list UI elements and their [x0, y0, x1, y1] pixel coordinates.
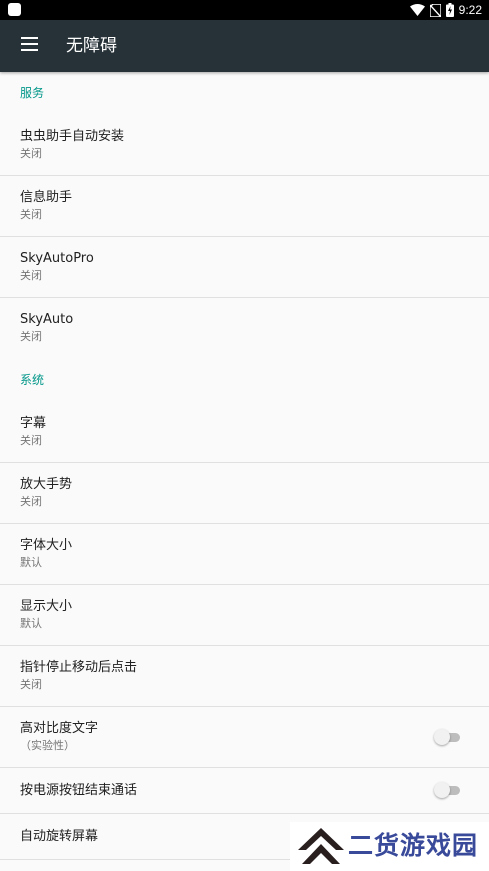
clock: 9:22 [458, 3, 482, 17]
settings-item-power-button-ends-call[interactable]: 按电源按钮结束通话 [0, 768, 489, 814]
item-title: SkyAuto [20, 312, 74, 327]
settings-item-skyauto[interactable]: SkyAuto 关闭 [0, 298, 489, 359]
settings-item-skyautopro[interactable]: SkyAutoPro 关闭 [0, 237, 489, 298]
item-title: 虫虫助手自动安装 [20, 129, 125, 144]
battery-charging-icon [445, 3, 454, 17]
section-header-services: 服务 [20, 86, 45, 100]
item-summary: 关闭 [20, 434, 42, 447]
wifi-icon [409, 4, 425, 16]
status-bar: 9:22 [0, 0, 489, 20]
settings-item-display-size[interactable]: 显示大小 默认 [0, 585, 489, 646]
item-title: 字幕 [20, 416, 47, 431]
toggle-thumb [434, 729, 450, 745]
settings-item-captions[interactable]: 字幕 关闭 [0, 402, 489, 463]
item-summary: 关闭 [20, 208, 42, 221]
high-contrast-toggle[interactable] [434, 729, 460, 745]
settings-item-font-size[interactable]: 字体大小 默认 [0, 524, 489, 585]
item-title: SkyAutoPro [20, 251, 94, 266]
item-title: 自动旋转屏幕 [20, 829, 99, 844]
item-title: 按电源按钮结束通话 [20, 783, 138, 798]
settings-item-chongchong-auto-install[interactable]: 虫虫助手自动安装 关闭 [0, 115, 489, 176]
no-sim-icon [429, 3, 441, 17]
item-summary: 默认 [20, 617, 42, 630]
page-title: 无障碍 [66, 36, 117, 56]
item-summary: 关闭 [20, 330, 42, 343]
settings-item-high-contrast-text[interactable]: 高对比度文字 （实验性） [0, 707, 489, 768]
notification-app-icon [8, 3, 21, 16]
watermark-chevron-logo [298, 828, 344, 864]
item-title: 信息助手 [20, 190, 73, 205]
item-title: 高对比度文字 [20, 721, 99, 736]
settings-item-info-assistant[interactable]: 信息助手 关闭 [0, 176, 489, 237]
item-summary: 关闭 [20, 147, 42, 160]
toggle-thumb [434, 782, 450, 798]
settings-item-magnification-gestures[interactable]: 放大手势 关闭 [0, 463, 489, 524]
power-button-end-call-toggle[interactable] [434, 782, 460, 798]
settings-list: 服务 虫虫助手自动安装 关闭 信息助手 关闭 SkyAutoPro 关闭 Sky… [0, 72, 489, 860]
item-title: 显示大小 [20, 599, 73, 614]
watermark: 二货游戏园 [290, 822, 489, 871]
item-title: 指针停止移动后点击 [20, 660, 138, 675]
item-summary: 关闭 [20, 678, 42, 691]
status-icons: 9:22 [409, 2, 482, 18]
section-header-system: 系统 [20, 373, 45, 387]
settings-item-dwell-click[interactable]: 指针停止移动后点击 关闭 [0, 646, 489, 707]
item-summary: 默认 [20, 556, 42, 569]
watermark-text: 二货游戏园 [348, 831, 479, 860]
app-toolbar: 无障碍 [0, 20, 489, 72]
item-title: 字体大小 [20, 538, 73, 553]
item-summary: 关闭 [20, 269, 42, 282]
item-title: 放大手势 [20, 477, 73, 492]
hamburger-menu-icon[interactable] [21, 37, 38, 51]
item-summary: （实验性） [20, 739, 75, 752]
item-summary: 关闭 [20, 495, 42, 508]
